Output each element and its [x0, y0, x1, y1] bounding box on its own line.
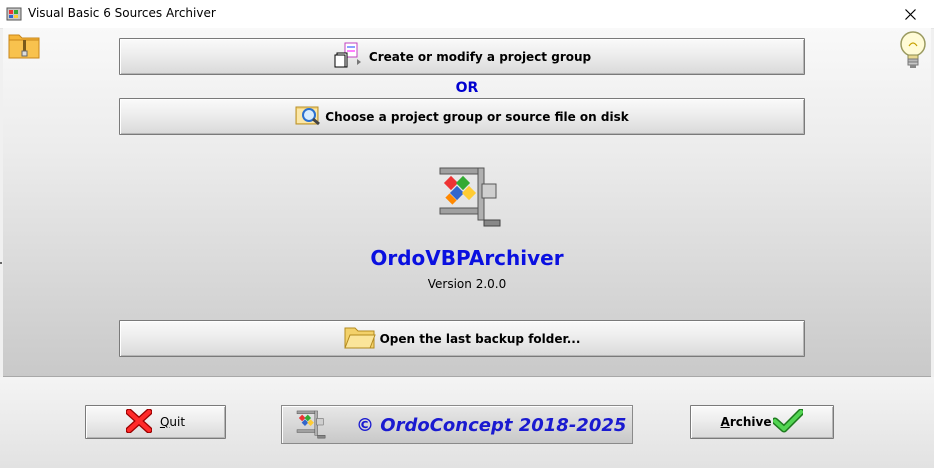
window-title: Visual Basic 6 Sources Archiver	[28, 6, 216, 20]
app-name-title: OrdoVBPArchiver	[370, 246, 564, 270]
title-bar: Visual Basic 6 Sources Archiver	[0, 0, 934, 29]
open-backup-folder-button[interactable]: Open the last backup folder...	[119, 320, 805, 357]
archive-label: Archive	[720, 415, 772, 429]
lightbulb-icon[interactable]	[898, 30, 928, 78]
compression-clamp-logo	[438, 166, 506, 230]
close-icon	[905, 9, 916, 20]
create-project-group-button[interactable]: Create or modify a project group	[119, 38, 805, 75]
copyright-banner: © OrdoConcept 2018-2025	[281, 405, 633, 444]
edge-marker	[0, 262, 2, 264]
choose-file-button[interactable]: Choose a project group or source file on…	[119, 98, 805, 135]
choose-button-label: Choose a project group or source file on…	[325, 109, 629, 124]
quit-button[interactable]: Quit	[85, 405, 226, 439]
green-check-icon	[771, 408, 805, 436]
small-logo-icon	[296, 410, 328, 444]
or-separator-label: OR	[455, 80, 479, 96]
archive-button[interactable]: Archive	[690, 405, 834, 439]
open-backup-label: Open the last backup folder...	[379, 331, 581, 346]
zip-folder-icon	[8, 31, 40, 63]
project-group-icon	[333, 41, 365, 72]
copyright-text: © OrdoConcept 2018-2025	[356, 415, 627, 436]
folder-icon	[343, 324, 376, 353]
red-x-icon	[125, 408, 153, 436]
close-window-button[interactable]	[888, 0, 934, 28]
magnifier-search-icon	[295, 104, 321, 129]
version-label: Version 2.0.0	[427, 277, 507, 291]
app-icon	[6, 6, 22, 22]
create-button-label: Create or modify a project group	[368, 49, 592, 64]
quit-label: Quit	[159, 415, 186, 429]
